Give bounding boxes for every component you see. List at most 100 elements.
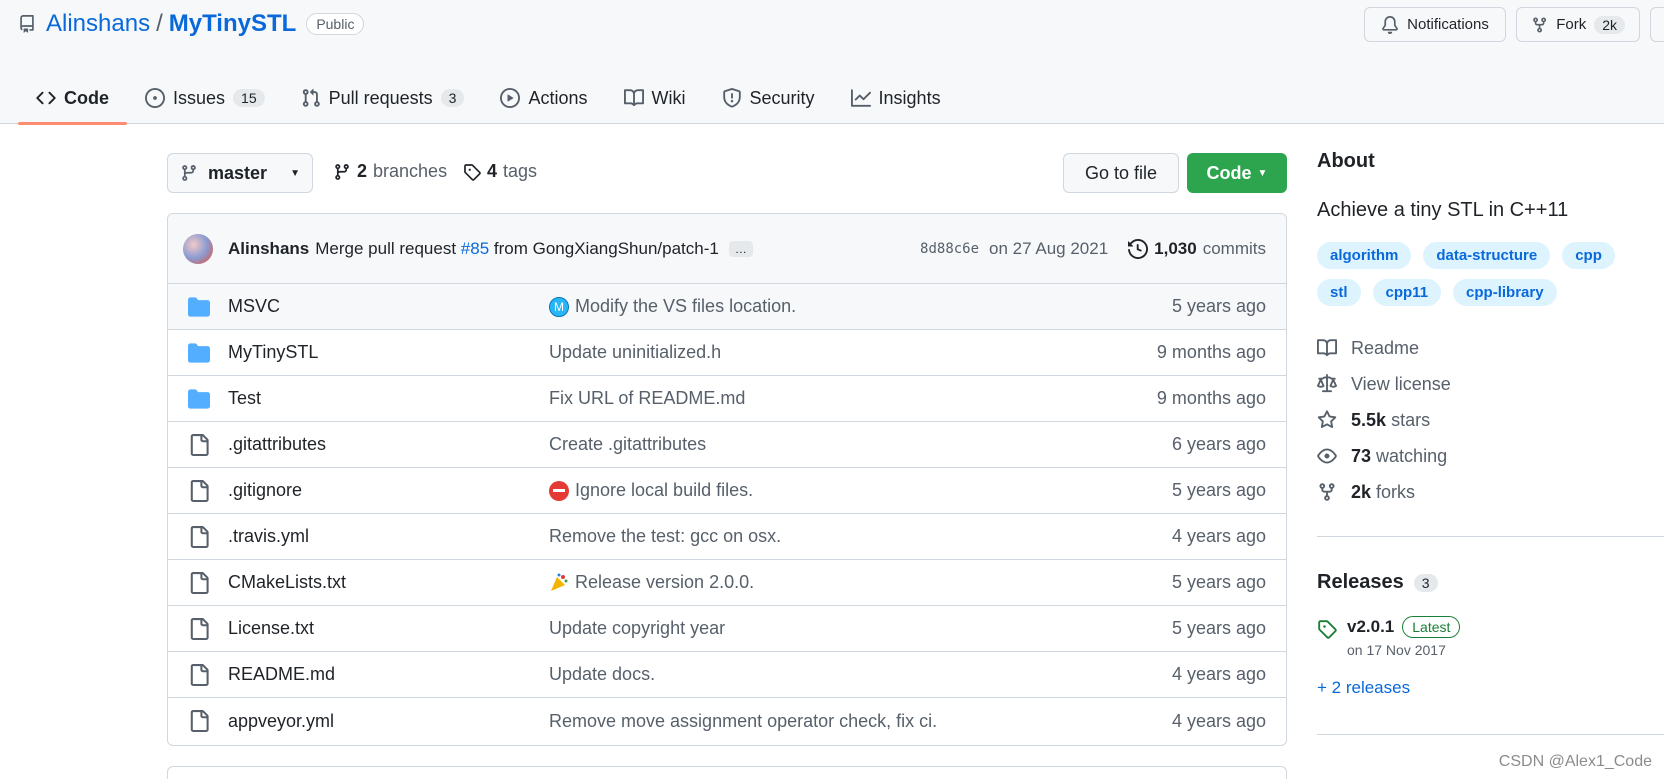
commit-message-suffix[interactable]: from GongXiangShun/patch-1	[494, 239, 719, 258]
tab-code[interactable]: Code	[18, 72, 127, 125]
commits-link[interactable]: 1,030 commits	[1128, 239, 1266, 259]
branches-link[interactable]: 2 branches	[333, 161, 447, 182]
file-name-link[interactable]: .travis.yml	[228, 526, 309, 547]
issues-count: 15	[233, 89, 265, 107]
file-name-link[interactable]: CMakeLists.txt	[228, 572, 346, 593]
fork-label: Fork	[1556, 16, 1587, 33]
file-name-link[interactable]: .gitattributes	[228, 434, 326, 455]
star-button-partial[interactable]	[1650, 7, 1664, 42]
file-row[interactable]: MyTinySTL Update uninitialized.h 9 months …	[168, 330, 1286, 376]
fork-button[interactable]: Fork 2k	[1516, 7, 1640, 42]
latest-badge: Latest	[1402, 616, 1461, 638]
file-row[interactable]: .gitattributes Create .gitattributes 6 yea…	[168, 422, 1286, 468]
file-commit-message: Create .gitattributes	[549, 434, 706, 455]
commit-message-link[interactable]: Remove the test: gcc on osx.	[549, 526, 781, 547]
watchers-link[interactable]: 73 watching	[1317, 438, 1664, 474]
sidebar: About Achieve a tiny STL in C++11 algori…	[1317, 150, 1664, 735]
readme-link[interactable]: Readme	[1317, 330, 1664, 366]
fork-count: 2k	[1594, 15, 1625, 34]
file-commit-message: Update docs.	[549, 664, 655, 685]
commit-message-link[interactable]: Remove move assignment operator check, f…	[549, 711, 937, 732]
notifications-label: Notifications	[1407, 16, 1489, 33]
branch-icon	[182, 165, 196, 181]
pull-request-link[interactable]: #85	[461, 239, 489, 258]
file-list: MSVC M Modify the VS files location. 5 year…	[168, 284, 1286, 744]
commit-message-link[interactable]: Create .gitattributes	[549, 434, 706, 455]
file-commit-message: Ignore local build files.	[549, 480, 753, 501]
file-row[interactable]: License.txt Update copyright year 5 years …	[168, 606, 1286, 652]
file-name-link[interactable]: MSVC	[228, 296, 280, 317]
visibility-badge: Public	[306, 13, 365, 35]
tab-label: Code	[64, 87, 109, 108]
tab-issues[interactable]: Issues 15	[127, 72, 283, 124]
file-name-link[interactable]: appveyor.yml	[228, 711, 334, 732]
tab-label: Issues	[173, 87, 226, 108]
chevron-down-icon: ▼	[290, 167, 300, 179]
branch-toolbar: master ▼ 2 branches 4 tags Go to file Co…	[167, 153, 1287, 193]
file-row[interactable]: README.md Update docs. 4 years ago	[168, 652, 1286, 698]
commit-author-link[interactable]: Alinshans	[228, 239, 309, 259]
code-dropdown-button[interactable]: Code ▼	[1187, 153, 1287, 193]
branch-name: master	[208, 162, 268, 183]
folder-icon	[188, 342, 210, 364]
releases-heading[interactable]: Releases 3	[1317, 571, 1664, 594]
notifications-button[interactable]: Notifications	[1364, 7, 1506, 42]
code-icon	[36, 91, 56, 105]
topic-tag[interactable]: cpp-library	[1453, 279, 1557, 306]
commit-sha-link[interactable]: 8d88c6e	[920, 241, 979, 257]
file-age: 9 months ago	[1156, 388, 1266, 408]
code-button-label: Code	[1206, 162, 1252, 183]
more-releases-link[interactable]: + 2 releases	[1317, 678, 1664, 698]
stars-link[interactable]: 5.5k stars	[1317, 402, 1664, 438]
topics-list: algorithm data-structure cpp stl cpp11 cpp-li…	[1317, 242, 1657, 306]
commits-count: 1,030	[1154, 238, 1197, 258]
commit-message-prefix[interactable]: Merge pull request	[315, 239, 456, 258]
file-row[interactable]: appveyor.yml Remove move assignment opera…	[168, 698, 1286, 744]
file-row[interactable]: Test Fix URL of README.md 9 months ago	[168, 376, 1286, 422]
topic-tag[interactable]: cpp11	[1372, 279, 1442, 306]
commit-message-link[interactable]: Modify the VS files location.	[575, 296, 796, 317]
commit-message-link[interactable]: Update copyright year	[549, 618, 725, 639]
file-age: 5 years ago	[1171, 618, 1266, 638]
expand-commit-button[interactable]: …	[728, 240, 753, 257]
license-label: View license	[1351, 373, 1451, 394]
file-row[interactable]: MSVC M Modify the VS files location. 5 year…	[168, 284, 1286, 330]
file-row[interactable]: CMakeLists.txt Release version 2.0.0. 5 ye…	[168, 560, 1286, 606]
pull-requests-count: 3	[440, 89, 465, 107]
file-name-link[interactable]: MyTinySTL	[228, 342, 318, 363]
tags-link[interactable]: 4 tags	[463, 161, 537, 182]
commit-message-link[interactable]: Ignore local build files.	[575, 480, 753, 501]
repo-name-link[interactable]: MyTinySTL	[169, 10, 297, 38]
topic-tag[interactable]: data-structure	[1423, 242, 1551, 269]
file-row[interactable]: .gitignore Ignore local build files. 5 yea…	[168, 468, 1286, 514]
file-name-link[interactable]: License.txt	[228, 618, 314, 639]
latest-release[interactable]: v2.0.1 Latest on 17 Nov 2017	[1317, 616, 1664, 658]
file-row[interactable]: .travis.yml Remove the test: gcc on osx. 4…	[168, 514, 1286, 560]
topic-tag[interactable]: cpp	[1562, 242, 1615, 269]
folder-icon	[188, 388, 210, 410]
file-name-link[interactable]: .gitignore	[228, 480, 302, 501]
forks-link[interactable]: 2k forks	[1317, 474, 1664, 510]
tab-label: Pull requests	[328, 87, 433, 108]
tab-wiki[interactable]: Wiki	[606, 72, 704, 124]
license-link[interactable]: View license	[1317, 366, 1664, 402]
branch-select-button[interactable]: master ▼	[167, 153, 313, 193]
commit-message-link[interactable]: Update docs.	[549, 664, 655, 685]
play-icon	[500, 88, 521, 108]
commit-message-link[interactable]: Release version 2.0.0.	[575, 572, 754, 593]
file-name-link[interactable]: Test	[228, 388, 261, 409]
topic-tag[interactable]: algorithm	[1317, 242, 1412, 269]
file-name-link[interactable]: README.md	[228, 664, 335, 685]
tab-actions[interactable]: Actions	[482, 72, 605, 124]
commit-message-link[interactable]: Update uninitialized.h	[549, 342, 721, 363]
tab-security[interactable]: Security	[704, 72, 833, 124]
topic-tag[interactable]: stl	[1317, 279, 1361, 306]
avatar[interactable]	[183, 233, 213, 264]
go-to-file-button[interactable]: Go to file	[1063, 153, 1179, 193]
bell-icon	[1382, 15, 1399, 34]
commit-message-link[interactable]: Fix URL of README.md	[549, 388, 745, 409]
repo-owner-link[interactable]: Alinshans	[46, 10, 150, 38]
tab-pull-requests[interactable]: Pull requests 3	[283, 72, 483, 124]
tab-insights[interactable]: Insights	[833, 72, 959, 124]
watermark: CSDN @Alex1_Code	[1498, 753, 1652, 770]
